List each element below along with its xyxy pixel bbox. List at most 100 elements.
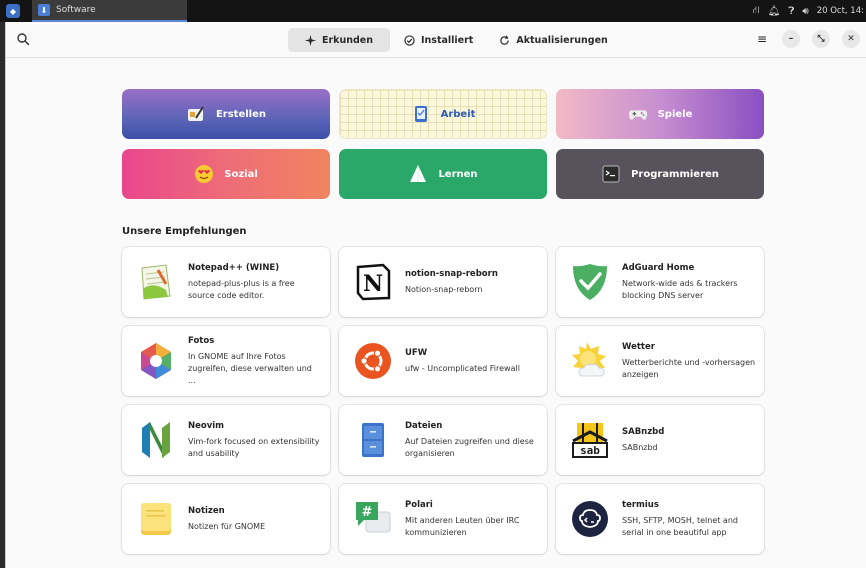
app-description: Network-wide ads & trackers blocking DNS… — [622, 278, 738, 300]
app-card-neovim[interactable]: Neovim Vim-fork focused on extensibility… — [122, 405, 330, 475]
app-name: Neovim — [188, 420, 225, 431]
search-icon — [17, 33, 30, 46]
restore-button[interactable]: ⤡ — [812, 30, 830, 48]
category-label: Lernen — [438, 168, 478, 180]
svg-text:N: N — [363, 271, 383, 297]
app-card-ufw[interactable]: UFW ufw - Uncomplicated Firewall — [339, 326, 547, 396]
check-circle-icon — [404, 34, 415, 46]
category-label: Arbeit — [440, 108, 476, 120]
app-description: In GNOME auf Ihre Fotos zugreifen, diese… — [188, 351, 312, 385]
app-card-adguard[interactable]: AdGuard Home Network-wide ads & trackers… — [556, 247, 764, 317]
app-name: UFW — [405, 347, 428, 358]
taskbar-item-label: Software — [56, 5, 96, 15]
app-card-wetter[interactable]: Wetter Wetterberichte und -vorhersagen a… — [556, 326, 764, 396]
notepad-icon — [134, 260, 178, 304]
sticky-notes-icon — [134, 497, 178, 541]
network-icon[interactable]: ⛙ — [753, 5, 760, 18]
category-arbeit[interactable]: Arbeit — [339, 89, 547, 139]
help-icon[interactable]: ❓︎ — [788, 6, 794, 17]
learn-sail-icon — [408, 164, 428, 184]
software-window: Erkunden Installiert Aktualisierungen ≡ — [5, 22, 866, 568]
app-card-fotos[interactable]: Fotos In GNOME auf Ihre Fotos zugreifen,… — [122, 326, 330, 396]
app-card-dateien[interactable]: Dateien Auf Dateien zugreifen und diese … — [339, 405, 547, 475]
weather-sun-cloud-icon — [568, 339, 612, 383]
app-card-notion[interactable]: N notion-snap-reborn Notion-snap-reborn — [339, 247, 547, 317]
category-erstellen[interactable]: Erstellen — [122, 89, 330, 139]
tab-label: Installiert — [421, 34, 474, 46]
sabnzbd-icon: sab — [568, 418, 612, 462]
app-description: Mit anderen Leuten über IRC kommuniziere… — [405, 515, 520, 537]
app-name: Notepad++ (WINE) — [188, 262, 280, 273]
search-button[interactable] — [16, 31, 34, 49]
category-programmieren[interactable]: Programmieren — [556, 149, 764, 199]
app-name: Polari — [405, 499, 433, 510]
svg-text:sab: sab — [580, 444, 600, 457]
app-menu-button[interactable]: ◆ — [6, 4, 20, 18]
app-card-polari[interactable]: # Polari Mit anderen Leuten über IRC kom… — [339, 484, 547, 554]
app-description: Wetterberichte und -vorhersagen anzeigen — [622, 357, 756, 379]
neovim-icon — [134, 418, 178, 462]
chat-hash-icon: # — [351, 497, 395, 541]
explore-compass-icon — [304, 34, 316, 46]
heart-eyes-emoji-icon — [194, 164, 214, 184]
tab-aktualisierungen[interactable]: Aktualisierungen — [487, 28, 619, 52]
close-button[interactable]: ✕ — [842, 30, 860, 48]
launcher-icon: ◆ — [9, 6, 17, 16]
terminal-icon — [601, 164, 621, 184]
app-description: SABnzbd — [622, 442, 658, 452]
app-name: Wetter — [622, 341, 655, 352]
tab-installiert[interactable]: Installiert — [392, 28, 485, 52]
category-label: Spiele — [657, 108, 693, 120]
category-lernen[interactable]: Lernen — [339, 149, 547, 199]
volume-icon[interactable]: 🔊︎ — [802, 6, 808, 17]
app-description: SSH, SFTP, MOSH, telnet and serial in on… — [622, 515, 738, 537]
category-label: Erstellen — [215, 108, 267, 120]
system-tray: ⛙ 🔔︎ ❓︎ 🔊︎ 20 Oct, 14: — [753, 0, 866, 22]
minimize-icon: – — [788, 34, 794, 44]
restore-arrows-icon: ⤡ — [817, 34, 825, 44]
category-grid: Erstellen Arbeit Spiele Sozial Lernen Pr… — [122, 89, 764, 199]
notification-bell-icon[interactable]: 🔔︎ — [768, 6, 781, 17]
taskbar-item-software[interactable]: ⬇ Software — [32, 0, 187, 22]
termius-icon — [568, 497, 612, 541]
window-controls: ≡ – ⤡ ✕ — [754, 30, 860, 48]
refresh-icon — [500, 34, 510, 45]
minimize-button[interactable]: – — [782, 30, 800, 48]
app-card-termius[interactable]: termius SSH, SFTP, MOSH, telnet and seri… — [556, 484, 764, 554]
category-sozial[interactable]: Sozial — [122, 149, 330, 199]
app-description: Auf Dateien zugreifen und diese organisi… — [405, 436, 534, 458]
view-switcher: Erkunden Installiert Aktualisierungen — [288, 28, 620, 52]
photos-icon — [134, 339, 178, 383]
create-art-icon — [186, 104, 206, 124]
app-card-notizen[interactable]: Notizen Notizen für GNOME — [122, 484, 330, 554]
app-card-sabnzbd[interactable]: sab SABnzbd SABnzbd — [556, 405, 764, 475]
recommendations-grid: Notepad++ (WINE) notepad-plus-plus is a … — [122, 247, 764, 554]
work-tablet-icon — [411, 104, 431, 124]
app-name: termius — [622, 499, 659, 510]
app-name: Notizen — [188, 505, 225, 516]
app-name: AdGuard Home — [622, 262, 695, 273]
app-card-notepadpp[interactable]: Notepad++ (WINE) notepad-plus-plus is a … — [122, 247, 330, 317]
tab-label: Erkunden — [321, 34, 374, 46]
category-label: Sozial — [224, 168, 258, 180]
recommendations-heading: Unsere Empfehlungen — [122, 226, 247, 237]
category-spiele[interactable]: Spiele — [556, 89, 764, 139]
tab-label: Aktualisierungen — [516, 34, 608, 46]
app-name: SABnzbd — [622, 426, 665, 437]
app-description: ufw - Uncomplicated Firewall — [405, 363, 520, 373]
app-description: Vim-fork focused on extensibility and us… — [188, 436, 320, 458]
adguard-shield-icon — [568, 260, 612, 304]
notion-icon: N — [351, 260, 395, 304]
tab-erkunden[interactable]: Erkunden — [288, 28, 390, 52]
app-name: Dateien — [405, 420, 443, 431]
system-panel: ◆ ⬇ Software ⛙ 🔔︎ ❓︎ 🔊︎ 20 Oct, 14: — [0, 0, 866, 22]
hamburger-menu-icon[interactable]: ≡ — [754, 32, 770, 46]
ubuntu-logo-icon — [351, 339, 395, 383]
close-icon: ✕ — [847, 34, 855, 44]
headerbar: Erkunden Installiert Aktualisierungen ≡ — [6, 22, 866, 58]
app-name: Fotos — [188, 335, 215, 346]
clock[interactable]: 20 Oct, 14: — [817, 6, 864, 16]
app-description: Notion-snap-reborn — [405, 284, 483, 294]
app-description: notepad-plus-plus is a free source code … — [188, 278, 295, 300]
file-cabinet-icon — [351, 418, 395, 462]
